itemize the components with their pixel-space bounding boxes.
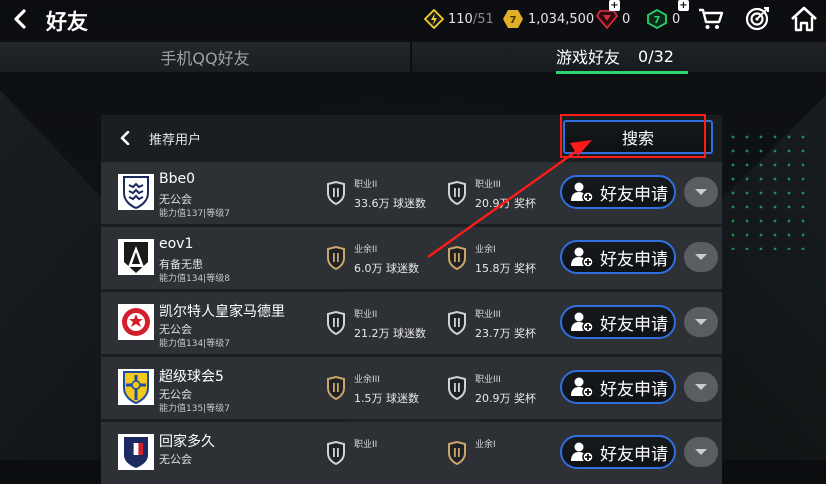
annotation-arrow	[427, 140, 592, 258]
